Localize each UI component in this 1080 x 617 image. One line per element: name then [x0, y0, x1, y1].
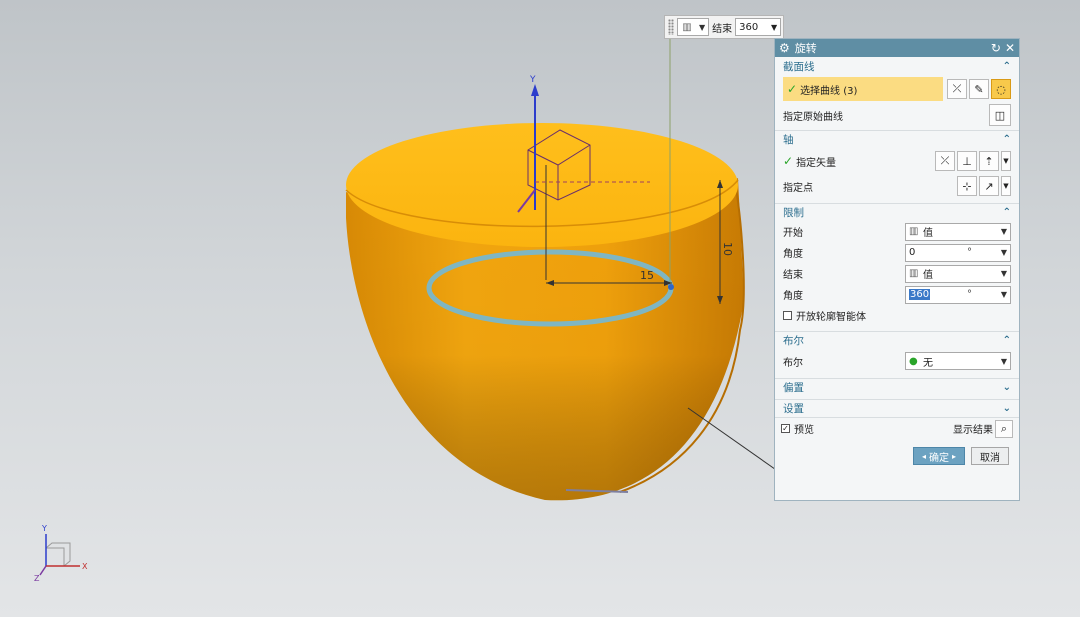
y-axis-label: Y	[529, 75, 536, 85]
chevron-down-icon: ▼	[699, 22, 706, 32]
start-angle-input[interactable]: 0 ° ▼	[905, 243, 1011, 262]
cancel-button[interactable]: 取消	[971, 447, 1009, 465]
origin-curve-icon[interactable]: ◫	[989, 104, 1011, 126]
specify-vector-row: ✓ 指定矢量 ⤫ ⊥ ⇡ ▼	[775, 148, 1019, 174]
chevron-down-icon: ⌄	[1002, 403, 1011, 414]
end-row: 结束 ▥ 值 ▼	[775, 263, 1019, 284]
svg-text:X: X	[82, 562, 88, 571]
section-header-boolean[interactable]: 布尔 ⌃	[775, 331, 1019, 349]
check-icon: ✓	[787, 82, 798, 96]
check-icon: ✓	[783, 154, 794, 168]
boolean-none-icon: ●	[909, 355, 918, 367]
value-icon: ▥	[909, 268, 919, 279]
reverse-direction-icon[interactable]: ⤫	[935, 151, 955, 171]
chevron-down-icon[interactable]: ▼	[1001, 151, 1011, 171]
value-icon: ▥	[682, 21, 692, 33]
chevron-down-icon: ⌄	[1002, 382, 1011, 393]
close-icon[interactable]: ✕	[1005, 41, 1015, 55]
chevron-down-icon: ▼	[1000, 227, 1007, 236]
select-curve-icon[interactable]: ◌	[991, 79, 1011, 99]
revolve-dialog: ⚙ 旋转 ↻ ✕ 截面线 ⌃ ✓ 选择曲线 (3) ⤫ ✎ ◌ 指定原始曲线 ◫…	[774, 38, 1020, 501]
chevron-down-icon: ▼	[1000, 290, 1007, 299]
reset-icon[interactable]: ↻	[991, 41, 1001, 55]
chevron-down-icon: ▼	[1000, 269, 1007, 278]
view-triad: Y X Z	[34, 524, 88, 583]
preview-row: ✓ 预览 显示结果 ⌕	[775, 417, 1019, 439]
limit-type-select[interactable]: ▥ ▼	[677, 18, 710, 36]
chevron-down-icon: ▼	[1000, 356, 1007, 366]
sketch-section-icon[interactable]: ✎	[969, 79, 989, 99]
section-header-curve[interactable]: 截面线 ⌃	[775, 57, 1019, 75]
mini-end-label: 结束	[712, 23, 733, 35]
dialog-titlebar[interactable]: ⚙ 旋转 ↻ ✕	[775, 39, 1019, 57]
dimension-vertical[interactable]: 10	[721, 242, 734, 256]
end-angle-input[interactable]: 360 ° ▼	[905, 285, 1011, 304]
ok-button[interactable]: ◂ 确定 ▸	[912, 447, 965, 465]
select-curve-row[interactable]: ✓ 选择曲线 (3)	[783, 77, 943, 101]
open-profile-checkbox[interactable]	[783, 311, 792, 320]
start-row: 开始 ▥ 值 ▼	[775, 221, 1019, 242]
end-angle-row: 角度 360 ° ▼	[775, 284, 1019, 305]
end-limit-select[interactable]: ▥ 值 ▼	[905, 264, 1011, 283]
section-header-axis[interactable]: 轴 ⌃	[775, 130, 1019, 148]
chevron-up-icon: ⌃	[1002, 134, 1011, 145]
svg-text:Z: Z	[34, 574, 40, 583]
start-limit-select[interactable]: ▥ 值 ▼	[905, 222, 1011, 241]
start-angle-row: 角度 0 ° ▼	[775, 242, 1019, 263]
gear-icon[interactable]: ⚙	[779, 41, 790, 55]
dialog-buttons: ◂ 确定 ▸ 取消	[775, 439, 1019, 465]
svg-text:Y: Y	[41, 524, 47, 533]
dimension-15[interactable]: 15	[640, 269, 654, 282]
search-icon[interactable]: ⌕	[995, 419, 1013, 438]
chevron-down-icon: ▼	[771, 22, 778, 32]
boolean-select[interactable]: ● 无 ▼	[905, 352, 1011, 370]
chevron-up-icon: ⌃	[1002, 335, 1011, 346]
revolved-body[interactable]	[345, 123, 745, 501]
open-profile-row: 开放轮廓智能体	[775, 305, 1019, 326]
vector-dialog-icon[interactable]: ⊥	[957, 151, 977, 171]
section-header-offset[interactable]: 偏置 ⌄	[775, 378, 1019, 396]
curve-rule-icon[interactable]: ⤫	[947, 79, 967, 99]
value-icon: ▥	[909, 226, 919, 237]
chevron-up-icon: ⌃	[1002, 60, 1011, 72]
boolean-row: 布尔 ● 无 ▼	[775, 349, 1019, 373]
mini-end-value-field[interactable]: 360 ▼	[735, 18, 782, 36]
point-dialog-icon[interactable]: ⊹	[957, 176, 977, 196]
section-header-limits[interactable]: 限制 ⌃	[775, 203, 1019, 221]
dialog-title: 旋转	[794, 42, 817, 55]
chevron-down-icon: ▼	[1000, 248, 1007, 257]
origin-curve-row: 指定原始曲线 ◫	[775, 103, 1019, 127]
axis-point[interactable]	[668, 284, 674, 290]
chevron-up-icon: ⌃	[1002, 207, 1011, 218]
specify-point-row: 指定点 ⊹ ↗ ▼	[775, 174, 1019, 198]
toolbar-grip[interactable]	[668, 19, 674, 35]
preview-checkbox[interactable]: ✓	[781, 424, 790, 433]
point-type-icon[interactable]: ↗	[979, 176, 999, 196]
mini-toolbar: ▥ ▼ 结束 360 ▼	[664, 15, 784, 39]
chevron-down-icon[interactable]: ▼	[1001, 176, 1011, 196]
section-header-settings[interactable]: 设置 ⌄	[775, 399, 1019, 417]
vector-type-icon[interactable]: ⇡	[979, 151, 999, 171]
